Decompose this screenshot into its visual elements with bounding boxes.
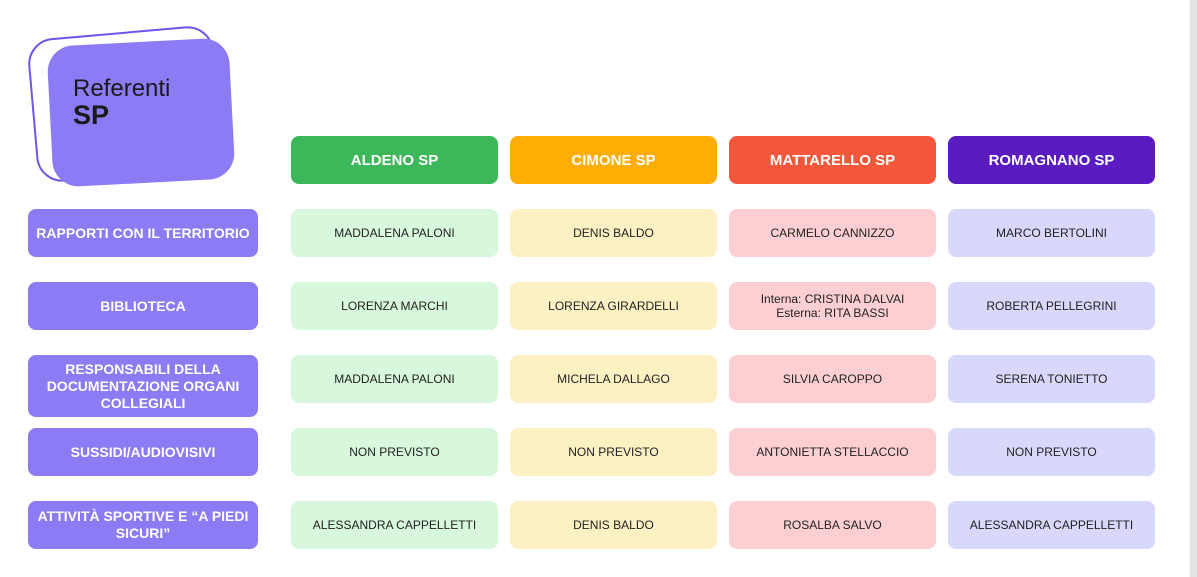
- table-cell: DENIS BALDO: [510, 209, 717, 257]
- cell-line: Interna: CRISTINA DALVAI: [760, 292, 905, 306]
- cell-line: NON PREVISTO: [568, 445, 659, 459]
- row-label-2: BIBLIOTECA: [28, 282, 258, 330]
- table-cell: ROSALBA SALVO: [729, 501, 936, 549]
- row-label-4: SUSSIDI/AUDIOVISIVI: [28, 428, 258, 476]
- cell-line: NON PREVISTO: [1006, 445, 1097, 459]
- cell-text: MARCO BERTOLINI: [996, 226, 1107, 240]
- cell-line: Esterna: RITA BASSI: [776, 306, 889, 320]
- cell-line: LORENZA GIRARDELLI: [548, 299, 679, 313]
- cell-text: LORENZA GIRARDELLI: [548, 299, 679, 313]
- table-cell: ANTONIETTA STELLACCIO: [729, 428, 936, 476]
- cell-line: ALESSANDRA CAPPELLETTI: [969, 518, 1134, 532]
- page-title: Referenti SP: [73, 76, 170, 130]
- table-cell: MADDALENA PALONI: [291, 355, 498, 403]
- cell-text: SILVIA CAROPPO: [783, 372, 882, 386]
- table-cell: Interna: CRISTINA DALVAI Esterna: RITA BA…: [729, 282, 936, 330]
- vertical-scrollbar[interactable]: [1190, 0, 1197, 577]
- table-cell: SERENA TONIETTO: [948, 355, 1155, 403]
- row-label-3: RESPONSABILI DELLA DOCUMENTAZIONE ORGANI…: [28, 355, 258, 417]
- table-cell: MARCO BERTOLINI: [948, 209, 1155, 257]
- table-cell: ALESSANDRA CAPPELLETTI: [948, 501, 1155, 549]
- cell-line: ROBERTA PELLEGRINI: [986, 299, 1117, 313]
- column-header-4: ROMAGNANO SP: [948, 136, 1155, 184]
- cell-line: NON PREVISTO: [349, 445, 440, 459]
- cell-line: MARCO BERTOLINI: [996, 226, 1107, 240]
- cell-text: CARMELO CANNIZZO: [770, 226, 894, 240]
- table-cell: LORENZA MARCHI: [291, 282, 498, 330]
- cell-line: ALESSANDRA CAPPELLETTI: [312, 518, 477, 532]
- title-line-2: SP: [73, 100, 110, 131]
- cell-text: MADDALENA PALONI: [334, 372, 454, 386]
- cell-text: ANTONIETTA STELLACCIO: [756, 445, 908, 459]
- row-label-5: ATTIVITÀ SPORTIVE E “A PIEDI SICURI”: [28, 501, 258, 549]
- title-line-1: Referenti: [73, 75, 171, 102]
- table-cell: NON PREVISTO: [948, 428, 1155, 476]
- table-cell: SILVIA CAROPPO: [729, 355, 936, 403]
- cell-text: NON PREVISTO: [1006, 445, 1096, 459]
- column-header-1: ALDENO SP: [291, 136, 498, 184]
- cell-text: ROSALBA SALVO: [783, 518, 882, 532]
- table-cell: DENIS BALDO: [510, 501, 717, 549]
- cell-text: ALESSANDRA CAPPELLETTI: [313, 518, 476, 532]
- cell-line: ROSALBA SALVO: [783, 518, 882, 532]
- cell-text: NON PREVISTO: [568, 445, 658, 459]
- table-cell: NON PREVISTO: [291, 428, 498, 476]
- column-header-3: MATTARELLO SP: [729, 136, 936, 184]
- row-label-1: RAPPORTI CON IL TERRITORIO: [28, 209, 258, 257]
- cell-text: DENIS BALDO: [573, 518, 654, 532]
- cell-text: ALESSANDRA CAPPELLETTI: [970, 518, 1133, 532]
- cell-text: Interna: CRISTINA DALVAI Esterna: RITA BA…: [761, 292, 905, 320]
- table-cell: ROBERTA PELLEGRINI: [948, 282, 1155, 330]
- cell-line: SERENA TONIETTO: [995, 372, 1108, 386]
- title-badge: Referenti SP: [26, 24, 243, 196]
- cell-line: LORENZA MARCHI: [341, 299, 448, 313]
- cell-text: MADDALENA PALONI: [334, 226, 454, 240]
- table-cell: CARMELO CANNIZZO: [729, 209, 936, 257]
- cell-text: LORENZA MARCHI: [341, 299, 448, 313]
- cell-line: CARMELO CANNIZZO: [770, 226, 895, 240]
- cell-text: DENIS BALDO: [573, 226, 654, 240]
- cell-line: MADDALENA PALONI: [334, 226, 455, 240]
- cell-text: ROBERTA PELLEGRINI: [986, 299, 1116, 313]
- cell-line: DENIS BALDO: [573, 226, 654, 240]
- table-cell: NON PREVISTO: [510, 428, 717, 476]
- table-cell: LORENZA GIRARDELLI: [510, 282, 717, 330]
- column-header-2: CIMONE SP: [510, 136, 717, 184]
- cell-line: DENIS BALDO: [573, 518, 654, 532]
- cell-line: MADDALENA PALONI: [334, 372, 455, 386]
- cell-line: ANTONIETTA STELLACCIO: [756, 445, 909, 459]
- cell-text: MICHELA DALLAGO: [557, 372, 670, 386]
- table-cell: MICHELA DALLAGO: [510, 355, 717, 403]
- cell-line: SILVIA CAROPPO: [782, 372, 883, 386]
- cell-text: SERENA TONIETTO: [995, 372, 1107, 386]
- table-cell: ALESSANDRA CAPPELLETTI: [291, 501, 498, 549]
- table-cell: MADDALENA PALONI: [291, 209, 498, 257]
- cell-text: NON PREVISTO: [349, 445, 439, 459]
- cell-line: MICHELA DALLAGO: [557, 372, 670, 386]
